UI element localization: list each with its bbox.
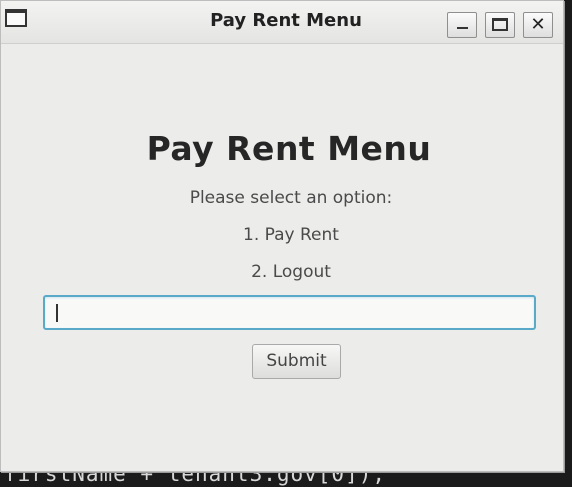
page-title: Pay Rent Menu <box>146 129 432 168</box>
close-icon: ✕ <box>530 14 546 35</box>
menu-content: Pay Rent Menu Please select an option: 1… <box>1 44 563 471</box>
option-logout: 2. Logout <box>251 262 331 282</box>
option-input[interactable] <box>43 295 536 330</box>
text-caret <box>56 304 58 322</box>
minimize-button[interactable] <box>447 12 477 38</box>
maximize-icon <box>492 18 508 31</box>
maximize-button[interactable] <box>485 12 515 38</box>
option-pay-rent: 1. Pay Rent <box>243 225 339 245</box>
minimize-icon <box>457 27 468 29</box>
submit-button[interactable]: Submit <box>252 344 341 379</box>
instruction-text: Please select an option: <box>189 188 393 208</box>
close-button[interactable]: ✕ <box>523 12 553 38</box>
pay-rent-window: Pay Rent Menu ✕ Pay Rent Menu Please sel… <box>0 0 564 472</box>
title-bar[interactable]: Pay Rent Menu ✕ <box>1 1 563 44</box>
